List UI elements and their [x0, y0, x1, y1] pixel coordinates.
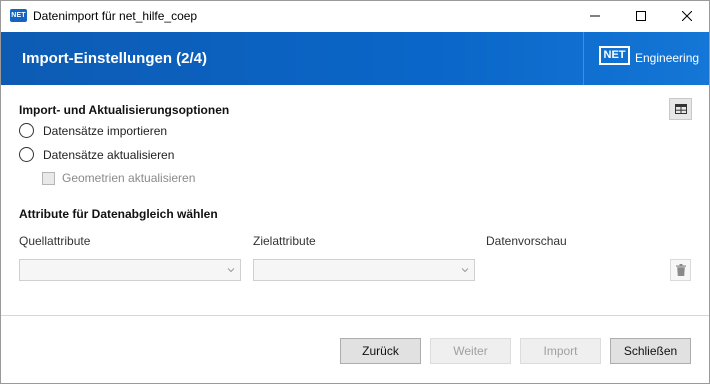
radio-button[interactable] [19, 147, 34, 162]
target-attributes-label: Zielattribute [253, 234, 316, 248]
chevron-down-icon [227, 268, 235, 273]
attributes-section-title: Attribute für Datenabgleich wählen [19, 207, 218, 221]
chevron-down-icon [461, 268, 469, 273]
footer-divider [1, 315, 709, 316]
minimize-button[interactable] [572, 1, 618, 31]
minimize-icon [590, 15, 600, 17]
brand-name: Engineering [635, 51, 700, 65]
source-attributes-label: Quellattribute [19, 234, 91, 248]
import-button[interactable]: Import [520, 338, 601, 364]
table-icon [674, 104, 687, 114]
page-title: Import-Einstellungen (2/4) [22, 50, 208, 67]
radio-button[interactable] [19, 123, 34, 138]
target-attribute-select[interactable] [253, 259, 475, 281]
window-title: Datenimport für net_hilfe_coep [33, 9, 198, 23]
options-section-title: Import- und Aktualisierungsoptionen [19, 103, 230, 117]
radio-import-label: Datensätze importieren [43, 123, 168, 138]
geometry-checkbox-label: Geometrien aktualisieren [62, 171, 196, 185]
source-attribute-select[interactable] [19, 259, 241, 281]
maximize-button[interactable] [618, 1, 664, 31]
close-icon [682, 11, 692, 21]
data-preview-label: Datenvorschau [486, 234, 567, 248]
app-logo-icon: NET [10, 9, 27, 22]
geometry-checkbox[interactable] [42, 171, 55, 185]
header-divider [583, 32, 584, 85]
close-window-button[interactable] [664, 1, 710, 31]
title-bar: NET Datenimport für net_hilfe_coep [1, 1, 709, 31]
table-view-button[interactable] [669, 98, 692, 120]
radio-update-label: Datensätze aktualisieren [43, 147, 175, 162]
geometry-update-option[interactable]: Geometrien aktualisieren [42, 171, 195, 185]
maximize-icon [636, 11, 646, 21]
dialog-window: NET Datenimport für net_hilfe_coep Impor… [0, 0, 710, 384]
close-button[interactable]: Schließen [610, 338, 691, 364]
brand-logo: NET [599, 46, 630, 65]
back-button[interactable]: Zurück [340, 338, 421, 364]
trash-icon [675, 264, 686, 276]
delete-mapping-button[interactable] [670, 259, 691, 281]
next-button[interactable]: Weiter [430, 338, 511, 364]
radio-import-option[interactable]: Datensätze importieren [19, 123, 167, 138]
wizard-header: Import-Einstellungen (2/4) NET Engineeri… [1, 32, 709, 85]
radio-update-option[interactable]: Datensätze aktualisieren [19, 147, 174, 162]
